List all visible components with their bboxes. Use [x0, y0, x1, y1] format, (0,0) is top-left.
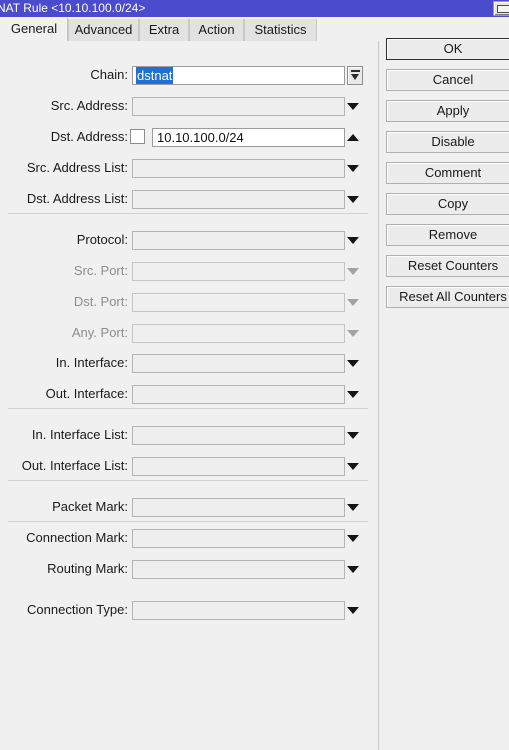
- dialog-button-panel: OK Cancel Apply Disable Comment Copy Remove Res…: [379, 38, 509, 750]
- chevron-down-icon-dst-port: [347, 299, 359, 306]
- chevron-down-icon-in-interface-list[interactable]: [347, 432, 359, 439]
- button-apply[interactable]: Apply: [386, 100, 509, 122]
- input-dst-address[interactable]: 10.10.100.0/24: [152, 128, 345, 147]
- chevron-down-icon-out-interface-list[interactable]: [347, 463, 359, 470]
- label-src-port: Src. Port:: [73, 263, 128, 278]
- label-dst-address: Dst. Address:: [50, 129, 128, 144]
- field-row-out-interface: Out. Interface:: [0, 383, 378, 405]
- field-row-out-interface-list: Out. Interface List:: [0, 455, 378, 477]
- button-cancel[interactable]: Cancel: [386, 69, 509, 91]
- field-row-dst-address-list: Dst. Address List:: [0, 188, 378, 210]
- tab-extra[interactable]: Extra: [139, 19, 189, 41]
- label-dst-address-list: Dst. Address List:: [26, 191, 128, 206]
- field-row-in-interface-list: In. Interface List:: [0, 424, 378, 446]
- nat-rule-dialog: NAT Rule <10.10.100.0/24> General Advance…: [0, 0, 509, 750]
- value-chain: dstnat: [136, 67, 174, 84]
- field-row-routing-mark: Routing Mark:: [0, 558, 378, 580]
- field-row-in-interface: In. Interface:: [0, 352, 378, 374]
- field-row-src-address: Src. Address:: [0, 95, 378, 117]
- label-connection-mark: Connection Mark:: [26, 530, 128, 545]
- combo-bar-icon: [351, 70, 360, 72]
- label-chain: Chain:: [90, 67, 128, 82]
- checkbox-dst-address[interactable]: [130, 129, 145, 144]
- input-packet-mark[interactable]: [132, 498, 345, 517]
- label-src-address-list: Src. Address List:: [26, 160, 128, 175]
- tab-action[interactable]: Action: [189, 19, 244, 41]
- tab-general[interactable]: General: [0, 18, 68, 41]
- label-in-interface-list: In. Interface List:: [31, 427, 128, 442]
- button-copy[interactable]: Copy: [386, 193, 509, 215]
- chevron-down-icon-connection-mark[interactable]: [347, 535, 359, 542]
- section-separator: [8, 213, 368, 214]
- button-comment[interactable]: Comment: [386, 162, 509, 184]
- input-out-interface[interactable]: [132, 385, 345, 404]
- input-routing-mark[interactable]: [132, 560, 345, 579]
- label-any-port: Any. Port:: [71, 325, 128, 340]
- field-row-connection-type: Connection Type:: [0, 599, 378, 621]
- label-protocol: Protocol:: [76, 232, 128, 247]
- input-connection-type[interactable]: [132, 601, 345, 620]
- label-out-interface-list: Out. Interface List:: [21, 458, 128, 473]
- label-connection-type: Connection Type:: [27, 602, 128, 617]
- label-packet-mark: Packet Mark:: [52, 499, 128, 514]
- input-dst-port: [132, 293, 345, 312]
- chevron-up-icon-dst-address[interactable]: [347, 134, 359, 141]
- chevron-down-icon-src-address-list[interactable]: [347, 165, 359, 172]
- input-src-address[interactable]: [132, 97, 345, 116]
- window-titlebar[interactable]: NAT Rule <10.10.100.0/24>: [0, 0, 509, 17]
- label-out-interface: Out. Interface:: [45, 386, 128, 401]
- input-src-address-list[interactable]: [132, 159, 345, 178]
- button-ok[interactable]: OK: [386, 38, 509, 60]
- input-protocol[interactable]: [132, 231, 345, 250]
- section-separator: [8, 408, 368, 409]
- input-any-port: [132, 324, 345, 343]
- input-in-interface[interactable]: [132, 354, 345, 373]
- chevron-down-icon-src-address[interactable]: [347, 103, 359, 110]
- section-separator: [8, 521, 368, 522]
- value-dst-address: 10.10.100.0/24: [157, 130, 244, 145]
- restore-icon: [497, 5, 509, 13]
- chevron-down-icon-packet-mark[interactable]: [347, 504, 359, 511]
- field-row-dst-port: Dst. Port:: [0, 291, 378, 313]
- dropdown-button-chain[interactable]: [347, 66, 363, 85]
- tab-statistics[interactable]: Statistics: [244, 19, 317, 41]
- field-row-src-port: Src. Port:: [0, 260, 378, 282]
- field-row-dst-address: Dst. Address: 10.10.100.0/24: [0, 126, 378, 148]
- chevron-down-icon-dst-address-list[interactable]: [347, 196, 359, 203]
- chevron-down-icon-in-interface[interactable]: [347, 360, 359, 367]
- button-remove[interactable]: Remove: [386, 224, 509, 246]
- button-reset-counters[interactable]: Reset Counters: [386, 255, 509, 277]
- chevron-down-icon-src-port: [347, 268, 359, 275]
- input-chain[interactable]: dstnat: [132, 66, 345, 85]
- button-reset-all-counters[interactable]: Reset All Counters: [386, 286, 509, 308]
- chevron-down-icon-protocol[interactable]: [347, 237, 359, 244]
- input-in-interface-list[interactable]: [132, 426, 345, 445]
- chevron-down-icon-any-port: [347, 330, 359, 337]
- chevron-down-icon-out-interface[interactable]: [347, 391, 359, 398]
- chevron-down-icon-connection-type[interactable]: [347, 607, 359, 614]
- label-dst-port: Dst. Port:: [73, 294, 128, 309]
- section-separator: [8, 480, 368, 481]
- general-tab-panel: Chain: dstnat Src. Address: Dst. Address: 10…: [0, 41, 378, 750]
- label-src-address: Src. Address:: [50, 98, 128, 113]
- input-out-interface-list[interactable]: [132, 457, 345, 476]
- chevron-down-icon: [351, 74, 359, 80]
- label-in-interface: In. Interface:: [55, 355, 128, 370]
- field-row-any-port: Any. Port:: [0, 322, 378, 344]
- window-title: NAT Rule <10.10.100.0/24>: [0, 1, 146, 15]
- field-row-connection-mark: Connection Mark:: [0, 527, 378, 549]
- restore-window-button[interactable]: [493, 1, 509, 16]
- input-src-port: [132, 262, 345, 281]
- button-disable[interactable]: Disable: [386, 131, 509, 153]
- tab-advanced[interactable]: Advanced: [68, 19, 139, 41]
- input-dst-address-list[interactable]: [132, 190, 345, 209]
- field-row-src-address-list: Src. Address List:: [0, 157, 378, 179]
- chevron-down-icon-routing-mark[interactable]: [347, 566, 359, 573]
- label-routing-mark: Routing Mark:: [47, 561, 128, 576]
- field-row-chain: Chain: dstnat: [0, 64, 378, 86]
- input-connection-mark[interactable]: [132, 529, 345, 548]
- field-row-protocol: Protocol:: [0, 229, 378, 251]
- field-row-packet-mark: Packet Mark:: [0, 496, 378, 518]
